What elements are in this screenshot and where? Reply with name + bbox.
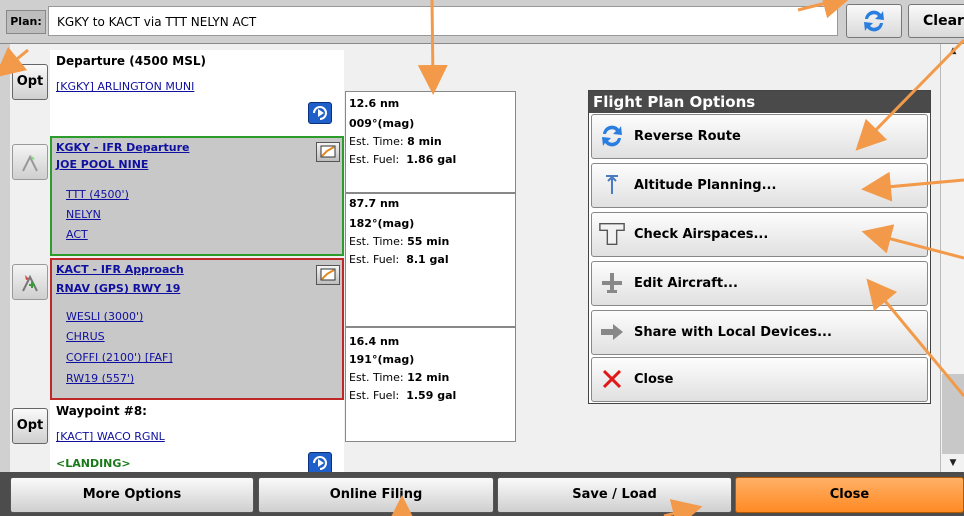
close-button[interactable]: Close xyxy=(735,477,964,513)
approach-icon xyxy=(22,274,38,292)
option-label: Altitude Planning... xyxy=(634,178,777,193)
leg-info: 16.4 nm 191°(mag) Est. Time: 12 min Est.… xyxy=(345,327,516,442)
refresh-icon xyxy=(864,10,884,32)
option-label: Share with Local Devices... xyxy=(634,325,832,340)
leg-distance: 16.4 nm xyxy=(349,335,400,348)
leg-time: 12 min xyxy=(407,371,450,384)
leg-time-label: Est. Time: xyxy=(349,135,404,148)
bottom-toolbar: More Options Online Filing Save / Load C… xyxy=(0,472,964,516)
go-arrow-icon xyxy=(313,106,327,120)
app-proc-title[interactable]: KACT - IFR Approach xyxy=(56,263,184,276)
altitude-icon xyxy=(606,175,618,194)
leg-time-label: Est. Time: xyxy=(349,371,404,384)
app-proc-name[interactable]: RNAV (GPS) RWY 19 xyxy=(56,282,180,295)
more-options-button[interactable]: More Options xyxy=(10,477,254,513)
leg-fuel-label: Est. Fuel: xyxy=(349,153,400,166)
dep-fix-link[interactable]: TTT (4500') xyxy=(66,188,129,201)
leg-info: 12.6 nm 009°(mag) Est. Time: 8 min Est. … xyxy=(345,91,516,193)
option-label: Reverse Route xyxy=(634,129,741,144)
dialog-title: Flight Plan Options xyxy=(589,91,930,113)
reverse-icon xyxy=(602,125,622,147)
map-icon xyxy=(320,145,336,158)
leg-distance: 12.6 nm xyxy=(349,97,400,110)
plan-label: Plan: xyxy=(6,10,46,34)
aircraft-icon xyxy=(602,273,622,293)
departure-icon xyxy=(22,154,38,172)
close-icon xyxy=(602,369,622,389)
dep-proc-name[interactable]: JOE POOL NINE xyxy=(56,158,148,171)
departure-airport-link[interactable]: [KGKY] ARLINGTON MUNI xyxy=(56,80,194,93)
altitude-planning-button[interactable]: Altitude Planning... xyxy=(591,163,928,208)
app-fix-link[interactable]: WESLI (3000') xyxy=(66,310,143,323)
scroll-up-icon[interactable]: ▲ xyxy=(941,44,964,58)
go-arrow-icon xyxy=(313,456,327,470)
app-fix-link[interactable]: CHRUS xyxy=(66,330,105,343)
dep-fix-link[interactable]: NELYN xyxy=(66,208,101,221)
leg-distance: 87.7 nm xyxy=(349,197,400,210)
airspace-icon xyxy=(599,223,625,245)
share-icon xyxy=(601,324,623,340)
left-strip xyxy=(0,44,10,472)
vertical-scrollbar[interactable]: ▲ ▼ xyxy=(940,44,964,472)
save-load-button[interactable]: Save / Load xyxy=(497,477,732,513)
departure-go-button[interactable] xyxy=(308,102,332,124)
leg-time: 8 min xyxy=(407,135,442,148)
check-airspaces-button[interactable]: Check Airspaces... xyxy=(591,212,928,257)
departure-title: Departure (4500 MSL) xyxy=(56,54,206,68)
online-filing-button[interactable]: Online Filing xyxy=(258,477,494,513)
leg-fuel-label: Est. Fuel: xyxy=(349,253,400,266)
scroll-thumb[interactable] xyxy=(942,374,964,454)
edit-aircraft-button[interactable]: Edit Aircraft... xyxy=(591,261,928,306)
leg-course: 182°(mag) xyxy=(349,217,415,230)
leg-time: 55 min xyxy=(407,235,450,248)
flight-plan-options-dialog: Flight Plan Options Reverse Route Altitu… xyxy=(588,90,931,404)
wp8-title: Waypoint #8: xyxy=(56,404,147,418)
scroll-down-icon[interactable]: ▼ xyxy=(941,456,964,470)
departure-proc-button[interactable] xyxy=(12,144,48,180)
option-label: Close xyxy=(634,372,674,387)
dep-map-button[interactable] xyxy=(316,142,340,162)
option-label: Check Airspaces... xyxy=(634,227,769,242)
option-label: Edit Aircraft... xyxy=(634,276,738,291)
leg-course: 009°(mag) xyxy=(349,117,415,130)
dialog-close-button[interactable]: Close xyxy=(591,357,928,402)
app-map-button[interactable] xyxy=(316,265,340,285)
plan-input[interactable]: KGKY to KACT via TTT NELYN ACT xyxy=(48,6,838,36)
waypoint8-card: Waypoint #8: [KACT] WACO RGNL <LANDING> xyxy=(50,400,344,474)
landing-label: <LANDING> xyxy=(56,457,131,470)
leg-fuel: 1.59 gal xyxy=(406,389,457,402)
leg-fuel: 8.1 gal xyxy=(406,253,449,266)
leg-fuel: 1.86 gal xyxy=(406,153,457,166)
leg-course: 191°(mag) xyxy=(349,353,415,366)
map-icon xyxy=(320,268,336,281)
wp8-airport-link[interactable]: [KACT] WACO RGNL xyxy=(56,430,165,443)
refresh-button[interactable] xyxy=(846,4,902,38)
approach-proc-button[interactable] xyxy=(12,264,48,300)
top-bar: Plan: KGKY to KACT via TTT NELYN ACT Cle… xyxy=(0,0,964,44)
dep-proc-title[interactable]: KGKY - IFR Departure xyxy=(56,141,189,154)
leg-time-label: Est. Time: xyxy=(349,235,404,248)
reverse-route-button[interactable]: Reverse Route xyxy=(591,114,928,159)
wp8-go-button[interactable] xyxy=(308,452,332,474)
departure-opt-button[interactable]: Opt xyxy=(12,64,48,100)
app-fix-link[interactable]: RW19 (557') xyxy=(66,372,134,385)
leg-fuel-label: Est. Fuel: xyxy=(349,389,400,402)
waypoint8-opt-button[interactable]: Opt xyxy=(12,408,48,444)
app-fix-link[interactable]: COFFI (2100') [FAF] xyxy=(66,351,173,364)
leg-info: 87.7 nm 182°(mag) Est. Time: 55 min Est.… xyxy=(345,193,516,327)
departure-card: Departure (4500 MSL) [KGKY] ARLINGTON MU… xyxy=(50,50,344,136)
dep-fix-link[interactable]: ACT xyxy=(66,228,88,241)
approach-procedure-card: KACT - IFR Approach RNAV (GPS) RWY 19 WE… xyxy=(50,258,344,400)
departure-procedure-card: KGKY - IFR Departure JOE POOL NINE TTT (… xyxy=(50,136,344,256)
clear-button[interactable]: Clear xyxy=(908,4,964,38)
share-local-devices-button[interactable]: Share with Local Devices... xyxy=(591,310,928,355)
